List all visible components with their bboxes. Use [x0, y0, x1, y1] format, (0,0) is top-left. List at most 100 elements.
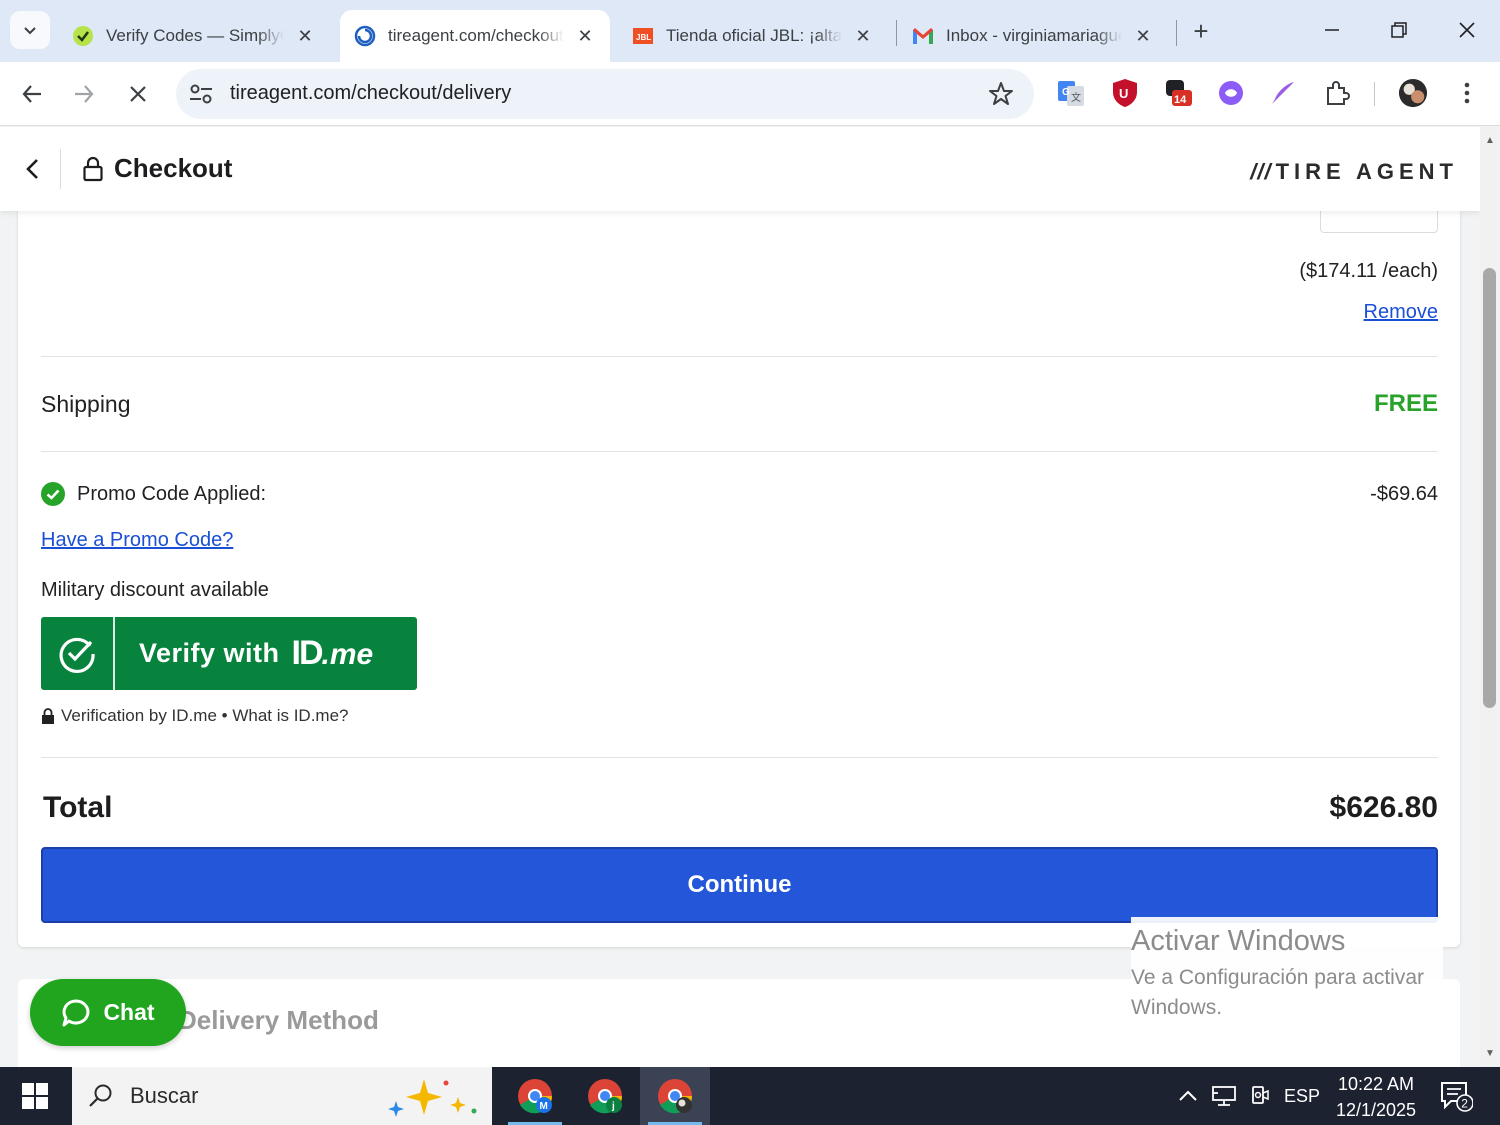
simplycodes-favicon-icon: [72, 25, 94, 47]
taskbar-chrome-profile-j[interactable]: j: [570, 1067, 640, 1125]
new-tab-button[interactable]: +: [1186, 16, 1216, 46]
address-bar[interactable]: tireagent.com/checkout/delivery: [176, 69, 1034, 119]
idme-logo-id: ID: [291, 634, 324, 672]
system-clock[interactable]: 10:22 AM 12/1/2025: [1326, 1071, 1426, 1123]
close-tab-icon[interactable]: ✕: [1132, 25, 1154, 47]
meet-now-button[interactable]: [1246, 1067, 1274, 1125]
site-settings-icon[interactable]: [188, 82, 214, 106]
taskbar-chrome-profile-m[interactable]: M: [500, 1067, 570, 1125]
tab-separator: [896, 20, 897, 46]
ublock-extension-icon[interactable]: U: [1110, 78, 1140, 108]
idme-footer: Verification by ID.me • What is ID.me?: [41, 706, 349, 726]
promo-applied-label: Promo Code Applied:: [77, 482, 267, 505]
chrome-icon: j: [588, 1079, 622, 1114]
shipping-label: Shipping: [41, 391, 131, 417]
svg-text:2: 2: [1461, 1097, 1468, 1111]
stop-loading-button[interactable]: [118, 74, 158, 114]
arrow-left-icon: [22, 85, 41, 103]
network-status[interactable]: [1208, 1067, 1240, 1125]
chevron-down-icon: [24, 27, 36, 35]
logo-text: TIRE AGENT: [1275, 159, 1458, 184]
promo-applied-row: Promo Code Applied:: [41, 482, 266, 506]
tab-title: Tienda oficial JBL: ¡alta calidad!: [666, 26, 842, 45]
what-is-idme-link[interactable]: What is ID.me?: [232, 706, 348, 726]
restore-button[interactable]: [1377, 12, 1421, 48]
chat-extension-icon[interactable]: 14: [1164, 78, 1194, 108]
browser-tab-strip: Verify Codes — SimplyCodes ✕ tireagent.c…: [0, 0, 1500, 62]
chevron-up-icon: [1179, 1090, 1197, 1101]
tab-search-button[interactable]: [10, 11, 50, 49]
tab-separator: [1176, 20, 1177, 46]
browser-menu-button[interactable]: [1452, 78, 1482, 108]
svg-text:14: 14: [1174, 94, 1187, 106]
network-icon: [1212, 1086, 1236, 1106]
feather-extension-icon[interactable]: [1268, 78, 1298, 108]
verify-with-idme-button[interactable]: Verify with ID.me: [41, 617, 417, 690]
close-window-button[interactable]: [1445, 12, 1489, 48]
divider: [41, 451, 1438, 452]
svg-text:j: j: [611, 1101, 615, 1112]
chevron-left-icon[interactable]: [20, 155, 46, 183]
close-tab-icon[interactable]: ✕: [574, 25, 596, 47]
scroll-up-arrow-icon[interactable]: ▲: [1483, 133, 1497, 147]
tab-title: Verify Codes — SimplyCodes: [106, 26, 284, 45]
shipping-value: FREE: [1373, 390, 1438, 417]
bookmark-star-icon[interactable]: [988, 81, 1014, 107]
tab-gmail[interactable]: Inbox - virginiamariague ✕: [898, 10, 1168, 62]
tab-tireagent[interactable]: tireagent.com/checkout/delivery ✕: [340, 10, 610, 62]
minimize-button[interactable]: [1310, 12, 1354, 48]
show-hidden-icons-button[interactable]: [1174, 1067, 1202, 1125]
close-icon: [130, 86, 146, 102]
have-promo-code-link[interactable]: Have a Promo Code?: [41, 529, 233, 552]
tire-agent-logo[interactable]: ///TIRE AGENT: [1250, 159, 1458, 185]
activation-title: Activar Windows: [1131, 925, 1346, 957]
restore-icon: [1391, 22, 1407, 38]
chrome-icon: [658, 1079, 692, 1114]
google-translate-extension-icon[interactable]: G文: [1056, 78, 1086, 108]
taskbar-chrome-profile-photo[interactable]: [640, 1067, 710, 1125]
idme-verification-text: Verification by ID.me: [61, 706, 217, 725]
svg-text:G: G: [1062, 87, 1070, 98]
notification-center-button[interactable]: 2: [1432, 1067, 1480, 1125]
close-tab-icon[interactable]: ✕: [852, 25, 874, 47]
chat-bubble-icon: [62, 999, 90, 1026]
language-indicator[interactable]: ESP: [1280, 1067, 1324, 1125]
page-title: Checkout: [114, 153, 233, 183]
browser-toolbar: tireagent.com/checkout/delivery G文 U 14: [0, 62, 1500, 126]
tab-simplycodes[interactable]: Verify Codes — SimplyCodes ✕: [58, 10, 330, 62]
idme-logo-me: .me: [321, 638, 374, 671]
search-icon: [89, 1084, 112, 1107]
tab-title: tireagent.com/checkout/delivery: [388, 26, 564, 45]
arrow-right-icon: [75, 85, 94, 103]
tireagent-favicon-icon: [354, 25, 376, 47]
clock-time: 10:22 AM: [1337, 1074, 1415, 1094]
idme-button-label: Verify with: [139, 638, 280, 668]
close-tab-icon[interactable]: ✕: [294, 25, 316, 47]
gmail-favicon-icon: [912, 25, 934, 47]
section-title: Delivery Method: [178, 1005, 379, 1035]
continue-button[interactable]: Continue: [41, 847, 1438, 923]
jbl-favicon-icon: JBL: [632, 25, 654, 47]
webcam-icon: [1252, 1086, 1269, 1104]
scroll-down-arrow-icon[interactable]: ▼: [1483, 1046, 1497, 1060]
profile-avatar[interactable]: [1398, 78, 1428, 108]
toolbar-divider: [1374, 82, 1375, 106]
chrome-icon: M: [518, 1079, 552, 1114]
scrollbar-thumb[interactable]: [1483, 268, 1496, 708]
windows-activation-watermark: Activar Windows Ve a Configuración para …: [1131, 917, 1443, 1025]
search-placeholder: Buscar: [130, 1083, 199, 1108]
svg-text:JBL: JBL: [636, 33, 651, 42]
check-circle-icon: [59, 637, 95, 673]
chat-label: Chat: [103, 999, 155, 1025]
extensions-puzzle-icon[interactable]: [1322, 78, 1352, 108]
chat-button[interactable]: Chat: [30, 979, 186, 1046]
start-button[interactable]: [0, 1067, 70, 1125]
tab-jbl[interactable]: JBL Tienda oficial JBL: ¡alta calidad! ✕: [618, 10, 888, 62]
total-value: $626.80: [1329, 791, 1438, 824]
divider: [41, 356, 1438, 357]
notification-icon: 2: [1441, 1082, 1473, 1112]
purple-extension-icon[interactable]: [1216, 78, 1246, 108]
remove-item-link[interactable]: Remove: [1364, 301, 1438, 324]
back-button[interactable]: [12, 74, 52, 114]
forward-button[interactable]: [64, 74, 104, 114]
